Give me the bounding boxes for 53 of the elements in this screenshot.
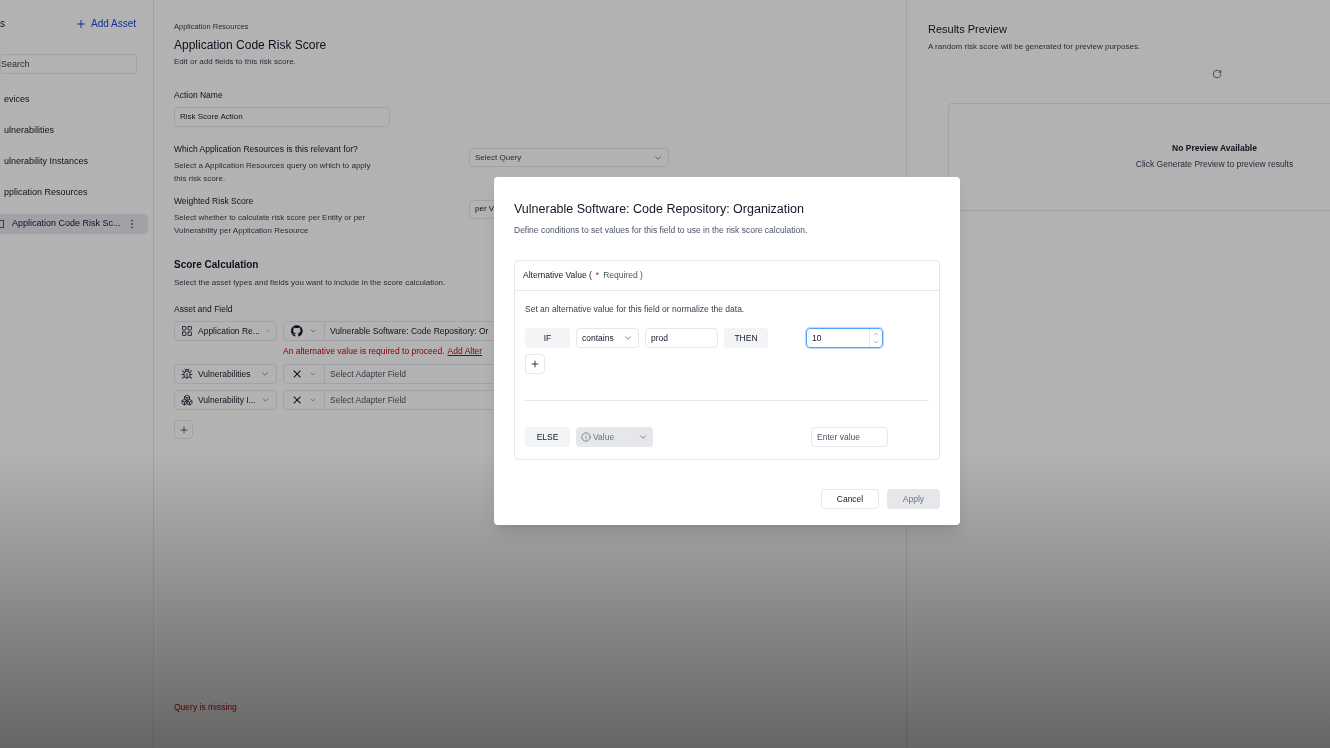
required-asterisk: *: [595, 268, 600, 282]
refresh-icon[interactable]: [1212, 68, 1222, 79]
field-description: Select whether to calculate risk score per Entity or per Vulnerability per Application Resource: [174, 211, 367, 237]
panel-title: Results Preview: [928, 22, 1007, 37]
section-title: Score Calculation: [174, 257, 259, 272]
sidebar-item[interactable]: Application Code Risk Sc...: [0, 214, 148, 234]
result-number-field[interactable]: 10: [806, 328, 883, 349]
else-label: ELSE: [525, 427, 570, 448]
then-label: THEN: [724, 328, 768, 349]
plus-icon: [178, 424, 189, 435]
asset-select[interactable]: Application Re...: [174, 321, 277, 342]
section-description: Select the asset types and fields you want to include in the score calculation.: [174, 276, 446, 289]
condition-value-field[interactable]: prod: [645, 328, 718, 349]
chevron-down-icon: [260, 369, 270, 379]
asset-select[interactable]: Vulnerabilities: [174, 364, 277, 384]
cancel-button[interactable]: Cancel: [821, 489, 879, 510]
grid-icon: [181, 325, 193, 338]
sidebar-title: s: [0, 17, 5, 31]
page-title: Application Code Risk Score: [174, 37, 327, 55]
field-label: Which Application Resources is this relevant for?: [174, 143, 358, 156]
hint-text: Set an alternative value for this field or normalize the data.: [525, 302, 745, 316]
plus-icon: [74, 17, 87, 30]
github-icon: [291, 324, 303, 339]
field-label: Asset and Field: [174, 302, 233, 316]
field-description: Select a Application Resources query on which to apply this risk score.: [174, 159, 372, 185]
error-message: An alternative value is required to proceed.: [283, 345, 445, 358]
add-asset-button[interactable]: Add Asset: [74, 16, 136, 31]
field-label: Action Name: [174, 89, 223, 102]
search-field[interactable]: Search: [0, 54, 137, 74]
section-label: Alternative Value (: [523, 268, 592, 282]
operator-select[interactable]: contains: [576, 328, 639, 349]
add-condition-button[interactable]: [525, 354, 545, 375]
action-name-field[interactable]: Risk Score Action: [174, 107, 390, 127]
panel-description: A random risk score will be generated for preview purposes.: [928, 40, 1141, 53]
query-select[interactable]: Select Query: [469, 148, 669, 167]
empty-title: No Preview Available: [1172, 142, 1257, 155]
chevron-down-icon: [260, 395, 270, 405]
add-alternative-link[interactable]: Add Alter: [447, 345, 483, 358]
adapter-select[interactable]: [283, 321, 325, 342]
page-subtitle: Edit or add fields to this risk score.: [174, 56, 296, 69]
plus-icon: [530, 359, 540, 370]
if-label: IF: [525, 328, 570, 349]
modal-title: Vulnerable Software: Code Repository: Organization: [514, 201, 804, 218]
bug-icon: [181, 368, 193, 380]
boxes-icon: [181, 394, 193, 406]
error-message: Query is missing: [174, 701, 237, 714]
field-label: Weighted Risk Score: [174, 194, 254, 208]
empty-text: Click Generate Preview to preview results: [1135, 158, 1294, 171]
add-row-button[interactable]: [174, 420, 193, 439]
required-label: Required ): [603, 268, 643, 282]
asset-select[interactable]: Vulnerability I...: [174, 390, 277, 410]
modal-description: Define conditions to set values for this field to use in the risk score calculation.: [514, 223, 808, 237]
info-icon: [581, 432, 591, 443]
